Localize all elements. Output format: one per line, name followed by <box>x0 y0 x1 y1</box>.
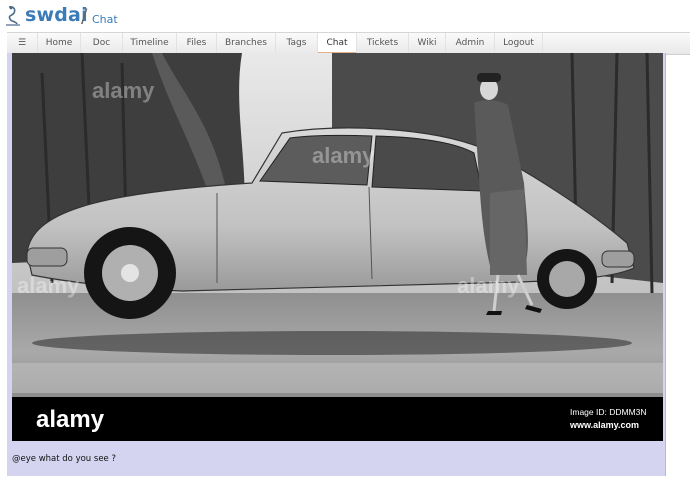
menu-item-files[interactable]: Files <box>177 33 217 54</box>
watermark: alamy <box>312 143 375 168</box>
hamburger-menu-button[interactable]: ☰ <box>7 33 38 54</box>
main-menu: ☰ Home Doc Timeline Files Branches Tags … <box>7 32 690 55</box>
image-brand-logo: alamy <box>36 406 105 433</box>
menu-item-timeline[interactable]: Timeline <box>123 33 177 54</box>
menu-item-admin[interactable]: Admin <box>446 33 495 54</box>
menu-item-branches[interactable]: Branches <box>217 33 276 54</box>
fossil-logo-icon <box>6 6 20 26</box>
header: swdai / Chat <box>0 0 690 33</box>
chat-image-attachment[interactable]: alamy alamy alamy alamy alamy Image ID: … <box>12 53 663 441</box>
menu-item-tags[interactable]: Tags <box>276 33 318 54</box>
image-id-label: Image ID: DDMM3N <box>570 407 647 417</box>
project-name-link[interactable]: swdai <box>25 4 88 26</box>
menu-item-home[interactable]: Home <box>38 33 81 54</box>
image-source-url: www.alamy.com <box>569 420 639 430</box>
title-separator: / <box>81 5 88 27</box>
watermark: alamy <box>17 273 80 298</box>
vintage-car-photo: alamy alamy alamy alamy alamy Image ID: … <box>12 53 663 441</box>
menu-item-chat[interactable]: Chat <box>318 33 357 54</box>
watermark: alamy <box>457 273 520 298</box>
chat-message-text: @eye what do you see ? <box>12 454 116 464</box>
chat-message-area: alamy alamy alamy alamy alamy Image ID: … <box>7 53 666 476</box>
menu-item-tickets[interactable]: Tickets <box>357 33 409 54</box>
current-page-title: Chat <box>92 13 118 26</box>
menu-item-doc[interactable]: Doc <box>81 33 123 54</box>
menu-item-logout[interactable]: Logout <box>495 33 543 54</box>
menu-item-wiki[interactable]: Wiki <box>409 33 446 54</box>
watermark: alamy <box>92 78 155 103</box>
